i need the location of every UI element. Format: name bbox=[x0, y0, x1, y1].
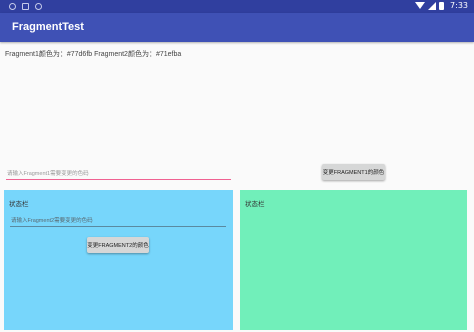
notification-icon bbox=[9, 3, 16, 10]
change-fragment1-color-button[interactable]: 变更FRAGMENT1的颜色 bbox=[322, 164, 385, 180]
device-screen: 7:33 FragmentTest Fragment1颜色为：#77d6fb F… bbox=[0, 0, 474, 332]
color-info-text: Fragment1颜色为：#77d6fb Fragment2颜色为：#71efb… bbox=[5, 51, 182, 58]
fragment2-color-input[interactable] bbox=[10, 216, 226, 227]
status-bar-notifications bbox=[9, 3, 42, 10]
status-bar: 7:33 bbox=[0, 0, 474, 13]
signal-icon bbox=[428, 1, 437, 10]
fragment2-status-label: 状态栏 bbox=[245, 201, 265, 208]
fragment1-color-input[interactable] bbox=[6, 168, 231, 180]
battery-icon bbox=[439, 1, 445, 10]
app-bar: FragmentTest bbox=[0, 13, 474, 42]
settings-icon bbox=[22, 3, 29, 10]
sync-icon bbox=[35, 3, 42, 10]
app-title: FragmentTest bbox=[12, 21, 84, 33]
fragment1-status-label: 状态栏 bbox=[9, 201, 29, 208]
change-fragment2-color-button[interactable]: 变更FRAGMENT2的颜色 bbox=[87, 237, 149, 253]
fragment1-panel: 状态栏 变更FRAGMENT2的颜色 bbox=[4, 190, 233, 330]
status-time: 7:33 bbox=[450, 1, 468, 10]
status-bar-system: 7:33 bbox=[415, 1, 468, 10]
fragment2-panel: 状态栏 bbox=[240, 190, 467, 330]
wifi-icon bbox=[415, 2, 426, 9]
